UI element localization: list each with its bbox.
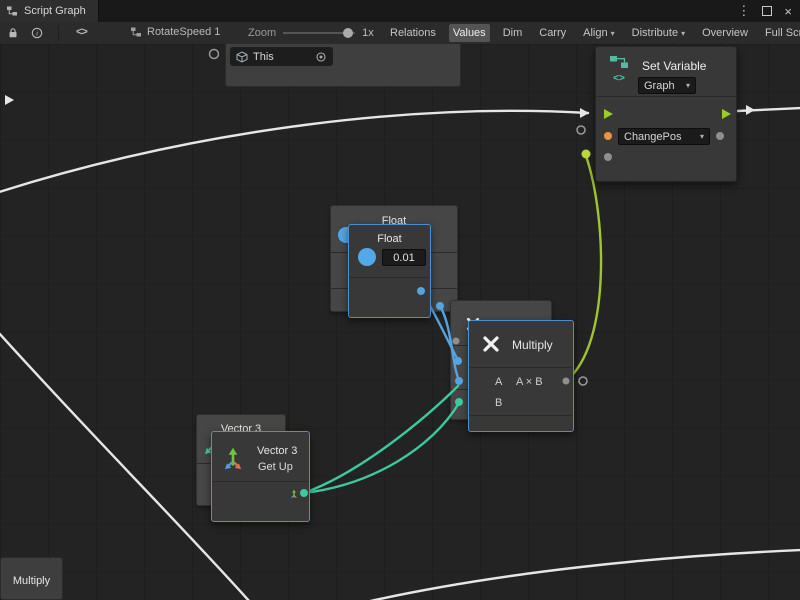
distribute-button[interactable]: Distribute ▾ [628, 24, 689, 42]
wire-vector3-to-multiply-2[interactable] [304, 403, 459, 493]
node-multiply-partial[interactable]: Multiply [0, 557, 63, 600]
vector3-output-icon [288, 488, 300, 500]
multiply-icon [481, 334, 501, 354]
node-operation: Get Up [258, 461, 293, 473]
scope-value: Graph [644, 80, 675, 92]
wire-vector3-to-multiply-1[interactable] [304, 386, 458, 493]
node-vector3-get-up[interactable]: Vector 3 Get Up [211, 431, 310, 522]
code-icon[interactable]: <> [76, 26, 87, 38]
zoom-control: Zoom 1x [248, 26, 374, 40]
svg-text:i: i [36, 29, 38, 38]
dim-button[interactable]: Dim [499, 24, 527, 42]
graph-name: RotateSpeed 1 [147, 26, 220, 38]
node-title: Multiply [1, 575, 62, 587]
result-label: A × B [516, 376, 543, 388]
this-input-port[interactable] [210, 50, 219, 59]
window-controls: ⋮ × [737, 3, 792, 19]
wire-white-bottom[interactable] [366, 550, 800, 600]
vector3-icon [219, 444, 247, 472]
variable-name-dropdown[interactable]: ChangePos ▾ [618, 128, 710, 145]
unconnected-port[interactable] [579, 377, 587, 385]
graph-reference[interactable]: RotateSpeed 1 [130, 26, 220, 38]
wire-arrow-icon [580, 108, 589, 118]
zoom-value: 1x [362, 27, 374, 39]
fullscreen-button[interactable]: Full Screen [761, 24, 800, 42]
toolbar-divider [58, 25, 59, 41]
chevron-down-icon: ▾ [700, 132, 704, 141]
graph-toolbar: i <> RotateSpeed 1 Zoom 1x Relations Val… [0, 22, 800, 45]
port-a-label: A [495, 376, 502, 388]
zoom-slider[interactable] [283, 26, 355, 40]
graph-asset-icon [130, 26, 142, 38]
graph-canvas[interactable]: Float Vector 3 [0, 44, 800, 600]
float-value: 0.01 [393, 252, 414, 264]
info-icon[interactable]: i [31, 27, 43, 39]
chevron-down-icon: ▾ [686, 81, 690, 90]
relations-button[interactable]: Relations [386, 24, 440, 42]
overview-button[interactable]: Overview [698, 24, 752, 42]
object-picker-icon[interactable] [315, 51, 327, 63]
chevron-down-icon: ▾ [611, 29, 615, 38]
variable-scope-dropdown[interactable]: Graph ▾ [638, 77, 696, 94]
node-title: Float [349, 233, 430, 245]
node-title: Set Variable [642, 59, 706, 73]
node-set-variable[interactable]: <> Set Variable Graph ▾ ChangePos ▾ [595, 46, 737, 182]
node-title: Multiply [512, 338, 553, 352]
values-button[interactable]: Values [449, 24, 490, 42]
target-label: This [253, 51, 274, 63]
chevron-down-icon: ▾ [681, 29, 685, 38]
wire-arrow-icon [746, 105, 755, 115]
node-multiply[interactable]: Multiply A A × B B [468, 320, 574, 432]
value-input-port[interactable] [604, 153, 612, 161]
tab-label: Script Graph [24, 5, 86, 17]
align-button[interactable]: Align ▾ [579, 24, 618, 42]
wire-endpoint-lime[interactable] [582, 150, 591, 159]
unity-visual-scripting-window: Script Graph ⋮ × i <> [0, 0, 800, 600]
float-icon [358, 248, 376, 266]
set-variable-icon: <> [603, 55, 635, 84]
window-restore-icon[interactable] [762, 4, 772, 19]
value-output-port[interactable] [716, 132, 724, 140]
tab-script-graph[interactable]: Script Graph [0, 0, 99, 22]
node-title: Vector 3 [257, 445, 297, 457]
target-object-field[interactable]: This [230, 47, 333, 66]
node-float[interactable]: Float 0.01 [348, 224, 431, 318]
wire-flow-in[interactable] [0, 111, 588, 193]
node-target-this[interactable]: This [225, 44, 461, 87]
window-close-icon[interactable]: × [784, 4, 792, 19]
titlebar: Script Graph ⋮ × [0, 0, 800, 22]
wire-arrow-icon [5, 95, 14, 105]
flow-output-port[interactable] [722, 109, 731, 119]
zoom-handle[interactable] [343, 28, 353, 38]
script-graph-icon [6, 5, 18, 17]
cube-icon [236, 51, 248, 63]
toolbar-buttons: Relations Values Dim Carry Align ▾ Distr… [386, 22, 800, 44]
code-glyph: <> [603, 73, 635, 84]
flow-input-port[interactable] [604, 109, 613, 119]
variable-value: ChangePos [624, 131, 682, 143]
carry-button[interactable]: Carry [535, 24, 570, 42]
zoom-label: Zoom [248, 27, 276, 39]
variable-port[interactable] [604, 132, 612, 140]
wire-flow-out[interactable] [737, 108, 800, 111]
lock-icon[interactable] [7, 27, 19, 40]
float-value-field[interactable]: 0.01 [382, 249, 426, 266]
window-menu-icon[interactable]: ⋮ [737, 3, 750, 19]
distribute-label: Distribute [632, 27, 678, 39]
unconnected-port[interactable] [577, 126, 585, 134]
port-b-label: B [495, 397, 502, 409]
align-label: Align [583, 27, 607, 39]
